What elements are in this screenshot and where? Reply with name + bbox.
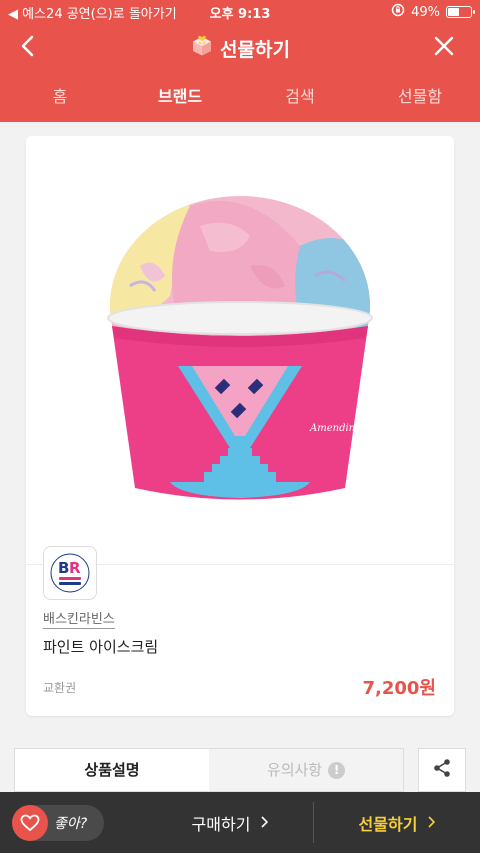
heart-icon [12,805,48,841]
close-button[interactable] [430,34,458,62]
gift-label: 선물하기 [358,814,418,834]
like-label: 좋아? [54,816,88,832]
share-button[interactable] [418,748,466,792]
tab-giftbox[interactable]: 선물함 [360,72,480,122]
exclamation-icon: ! [328,761,346,779]
svg-text:R: R [69,559,81,577]
gift-box-icon [190,34,214,63]
bottom-action-bar: 좋아? 구매하기 선물하기 [0,792,480,853]
close-icon [434,36,454,60]
product-image: Amendini [26,166,454,546]
product-type: 교환권 [43,681,77,695]
page-title-container: 선물하기 [0,24,480,72]
battery-percent: 49% [411,4,440,20]
share-icon [432,758,452,782]
main-tabs: 홈 브랜드 검색 선물함 [0,72,480,122]
brand-name-link[interactable]: 배스킨라빈스 [43,608,115,629]
gift-button[interactable]: 선물하기 [314,792,480,853]
rotation-lock-icon [391,3,405,21]
product-price: 7,200원 [362,678,437,699]
tab-precautions[interactable]: 유의사항 ! [209,749,403,791]
tab-brand[interactable]: 브랜드 [120,72,240,122]
buy-button[interactable]: 구매하기 [150,792,310,853]
tab-precautions-label: 유의사항 [266,761,323,779]
detail-tabs: 상품설명 유의사항 ! [14,748,404,792]
svg-text:B: B [58,559,69,577]
back-to-app-link[interactable]: ◀ 예스24 공연(으)로 돌아가기 [8,3,177,22]
status-bar: ◀ 예스24 공연(으)로 돌아가기 오후 9:13 49% [0,0,480,24]
product-card[interactable]: Amendini B R 배스킨라빈스 파인트 아이스크림 교환권 7,200원 [26,136,454,716]
buy-label: 구매하기 [191,814,251,834]
chevron-right-icon [427,813,436,832]
tab-home[interactable]: 홈 [0,72,120,122]
product-name: 파인트 아이스크림 [43,638,159,656]
like-button[interactable]: 좋아? [12,805,104,841]
header: 선물하기 [0,24,480,72]
page-title: 선물하기 [220,38,290,61]
tab-product-description[interactable]: 상품설명 [15,749,209,791]
chevron-right-icon [260,813,269,832]
brand-logo[interactable]: B R [43,546,97,600]
back-to-app-label: ◀ 예스24 공연(으)로 돌아가기 [8,6,177,22]
tab-search[interactable]: 검색 [240,72,360,122]
cup-signature: Amendini [309,423,358,434]
battery-icon [446,6,475,18]
